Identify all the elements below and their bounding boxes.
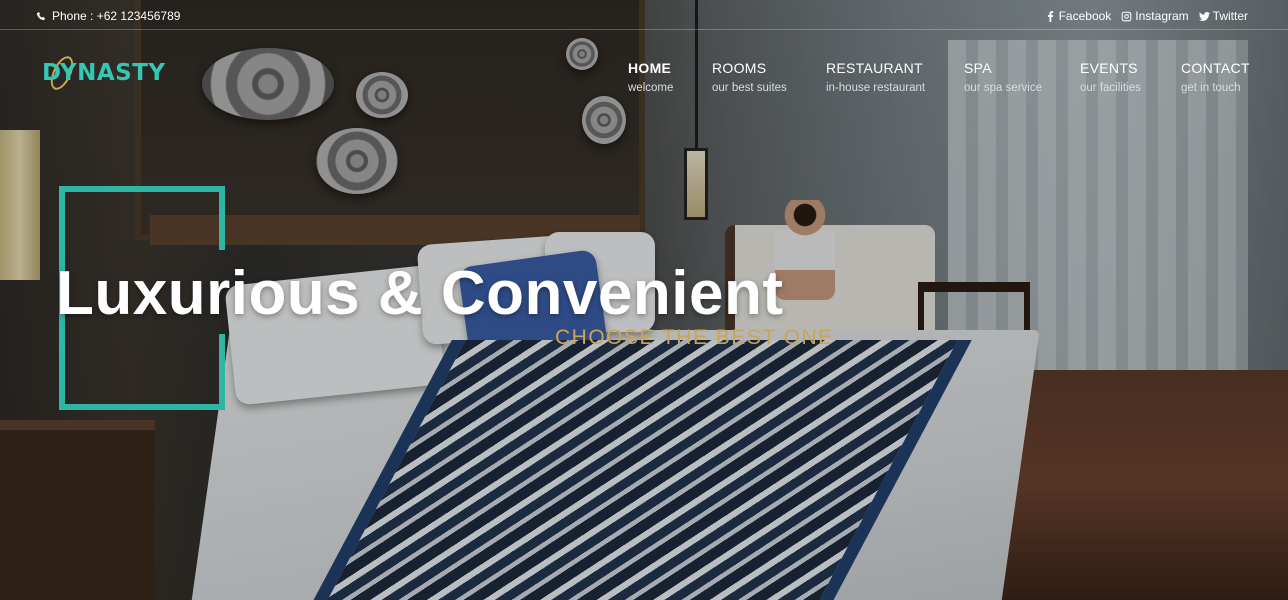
nav-item-spa[interactable]: SPA our spa service bbox=[964, 60, 1080, 94]
hero-frame-decor bbox=[219, 186, 225, 250]
facebook-label: Facebook bbox=[1058, 9, 1112, 23]
nav-item-label: EVENTS bbox=[1080, 60, 1138, 76]
phone-contact[interactable]: Phone : +62 123456789 bbox=[36, 9, 180, 23]
nav-item-label: CONTACT bbox=[1181, 60, 1250, 76]
hero-frame-decor bbox=[219, 334, 225, 410]
hero-subtitle: CHOOSE THE BEST ONE bbox=[555, 326, 834, 349]
instagram-label: Instagram bbox=[1135, 9, 1189, 23]
facebook-icon bbox=[1047, 10, 1053, 22]
instagram-link[interactable]: Instagram bbox=[1121, 9, 1189, 23]
nav-item-label: ROOMS bbox=[712, 60, 767, 76]
twitter-icon bbox=[1198, 11, 1210, 21]
top-bar: Phone : +62 123456789 Facebook Instagram… bbox=[0, 0, 1288, 30]
nav-item-contact[interactable]: CONTACT get in touch bbox=[1181, 60, 1261, 94]
main-nav: HOME welcome ROOMS our best suites RESTA… bbox=[628, 60, 1261, 94]
nav-item-sublabel: in-house restaurant bbox=[826, 82, 926, 94]
instagram-icon bbox=[1121, 11, 1132, 21]
nav-item-label: SPA bbox=[964, 60, 992, 76]
nav-item-sublabel: get in touch bbox=[1181, 82, 1241, 94]
nav-item-restaurant[interactable]: RESTAURANT in-house restaurant bbox=[826, 60, 964, 94]
phone-text: Phone : +62 123456789 bbox=[52, 9, 181, 23]
nav-item-sublabel: our spa service bbox=[964, 82, 1042, 94]
facebook-link[interactable]: Facebook bbox=[1045, 9, 1112, 23]
nav-item-sublabel: our facilities bbox=[1080, 82, 1141, 94]
twitter-label: Twitter bbox=[1212, 9, 1248, 23]
nav-item-sublabel: our best suites bbox=[712, 82, 787, 94]
nav-item-label: HOME bbox=[628, 60, 672, 76]
site-logo[interactable]: DYNASTY bbox=[42, 60, 166, 86]
hero-title: Luxurious & Convenient bbox=[56, 259, 784, 328]
nav-item-rooms[interactable]: ROOMS our best suites bbox=[712, 60, 826, 94]
twitter-link[interactable]: Twitter bbox=[1198, 9, 1248, 23]
social-links: Facebook Instagram Twitter bbox=[1045, 9, 1248, 23]
phone-icon bbox=[36, 11, 46, 20]
nav-item-sublabel: welcome bbox=[628, 82, 674, 94]
nav-item-events[interactable]: EVENTS our facilities bbox=[1080, 60, 1181, 94]
nav-item-home[interactable]: HOME welcome bbox=[628, 60, 712, 94]
nav-item-label: RESTAURANT bbox=[826, 60, 923, 76]
